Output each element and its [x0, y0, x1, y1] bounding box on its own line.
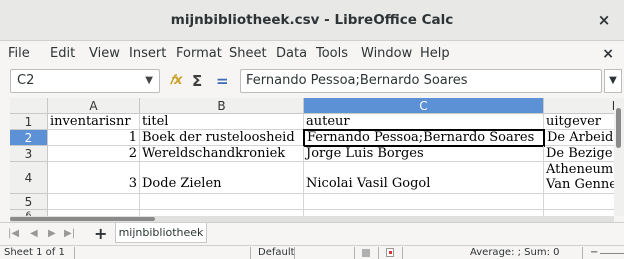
cell-reference: C2: [17, 73, 35, 88]
status-divider: [294, 247, 295, 259]
column-header-d[interactable]: D: [544, 98, 624, 114]
cell-c3[interactable]: Jorge Luis Borges: [304, 146, 544, 162]
status-divider: [582, 247, 583, 259]
title-bar: mijnbibliotheek.csv - LibreOffice Calc ×: [0, 0, 624, 41]
cell-d4-line-2: Van Genne: [546, 177, 617, 192]
menu-view[interactable]: View: [89, 41, 120, 67]
sum-icon[interactable]: Σ: [192, 71, 202, 91]
menu-sheet[interactable]: Sheet: [229, 41, 267, 67]
sheet-tab-bar: |◀ ◀ ▶ ▶| + mijnbibliotheek: [0, 222, 624, 245]
menu-insert[interactable]: Insert: [129, 41, 166, 67]
spreadsheet-grid[interactable]: A B C D 1 inventarisnr titel auteur uitg…: [10, 98, 624, 216]
column-header-c[interactable]: C: [304, 98, 544, 114]
cell-d1[interactable]: uitgever: [544, 114, 624, 130]
add-sheet-icon[interactable]: +: [94, 223, 107, 245]
formula-content: Fernando Pessoa;Bernardo Soares: [246, 73, 468, 88]
menu-format[interactable]: Format: [176, 41, 222, 67]
function-wizard-icon[interactable]: 𝑓x: [170, 71, 182, 91]
sheet-count: Sheet 1 of 1: [4, 247, 65, 258]
cell-a3[interactable]: 2: [48, 146, 140, 162]
status-divider: [354, 247, 355, 259]
cell-c4[interactable]: Nicolai Vasil Gogol: [304, 162, 544, 194]
cell-b5[interactable]: [140, 194, 304, 210]
cell-d2[interactable]: De Arbeide: [545, 130, 624, 146]
menu-bar: File Edit View Insert Format Sheet Data …: [0, 41, 624, 67]
status-bar: Sheet 1 of 1 Default Average: ; Sum: 0 −: [0, 245, 624, 259]
row-header-5[interactable]: 5: [10, 194, 48, 210]
menu-data[interactable]: Data: [276, 41, 307, 67]
selection-mode-icon[interactable]: [362, 249, 370, 257]
cell-a5[interactable]: [48, 194, 140, 210]
menu-edit[interactable]: Edit: [50, 41, 75, 67]
menu-file[interactable]: File: [8, 41, 30, 67]
cell-d4-line-1: Atheneum: [546, 162, 614, 177]
close-document-icon[interactable]: ×: [602, 41, 614, 67]
previous-sheet-icon[interactable]: ◀: [30, 223, 38, 245]
row-header-3[interactable]: 3: [10, 146, 48, 162]
equals-icon[interactable]: =: [216, 71, 229, 91]
vertical-scrollbar[interactable]: [614, 98, 624, 216]
row-header-2[interactable]: 2: [10, 130, 48, 146]
formula-bar: C2 ▼ 𝑓x Σ = Fernando Pessoa;Bernardo Soa…: [0, 67, 624, 97]
row-header-1[interactable]: 1: [10, 114, 48, 130]
window-title: mijnbibliotheek.csv - LibreOffice Calc: [170, 12, 454, 28]
menu-help[interactable]: Help: [420, 41, 450, 67]
zoom-out-icon[interactable]: −: [590, 246, 598, 259]
row-header-4[interactable]: 4: [10, 162, 48, 194]
name-box[interactable]: C2 ▼: [10, 69, 160, 93]
cell-d5[interactable]: [544, 194, 624, 210]
select-all-corner[interactable]: [10, 98, 48, 114]
horizontal-scrollbar-thumb[interactable]: [10, 217, 155, 221]
first-sheet-icon[interactable]: |◀: [8, 223, 19, 245]
status-divider: [402, 247, 403, 259]
menu-tools[interactable]: Tools: [316, 41, 348, 67]
cell-c5[interactable]: [304, 194, 544, 210]
status-divider: [74, 247, 75, 259]
cell-a1[interactable]: inventarisnr: [48, 114, 140, 130]
cell-c1[interactable]: auteur: [304, 114, 544, 130]
expand-formula-bar-button[interactable]: ▼: [604, 69, 622, 93]
cell-d4[interactable]: Atheneum Van Genne: [544, 162, 624, 194]
column-header-a[interactable]: A: [48, 98, 140, 114]
cell-b2[interactable]: Boek der rusteloosheid: [140, 130, 304, 146]
column-header-b[interactable]: B: [140, 98, 304, 114]
status-divider: [250, 247, 251, 259]
chevron-down-icon[interactable]: ▼: [145, 70, 153, 92]
cell-b3[interactable]: Wereldschandkroniek: [140, 146, 304, 162]
cell-c2-active[interactable]: Fernando Pessoa;Bernardo Soares: [303, 129, 545, 147]
close-window-icon[interactable]: ×: [594, 0, 614, 40]
cell-d3[interactable]: De Bezige: [544, 146, 624, 162]
formula-input[interactable]: Fernando Pessoa;Bernardo Soares: [240, 69, 602, 93]
cell-b4[interactable]: Dode Zielen: [140, 162, 304, 194]
cell-a2[interactable]: 1: [48, 130, 140, 146]
menu-window[interactable]: Window: [361, 41, 412, 67]
cell-b1[interactable]: titel: [140, 114, 304, 130]
page-style[interactable]: Default: [258, 246, 295, 259]
next-sheet-icon[interactable]: ▶: [48, 223, 56, 245]
aggregate-readout: Average: ; Sum: 0: [470, 247, 560, 258]
modified-indicator-dot: [389, 251, 392, 254]
cell-a4[interactable]: 3: [48, 162, 140, 194]
last-sheet-icon[interactable]: ▶|: [64, 223, 75, 245]
sheet-tab-mijnbibliotheek[interactable]: mijnbibliotheek: [115, 223, 207, 243]
vertical-scrollbar-thumb[interactable]: [616, 108, 621, 148]
zoom-slider[interactable]: [600, 253, 624, 254]
status-divider: [378, 247, 379, 259]
